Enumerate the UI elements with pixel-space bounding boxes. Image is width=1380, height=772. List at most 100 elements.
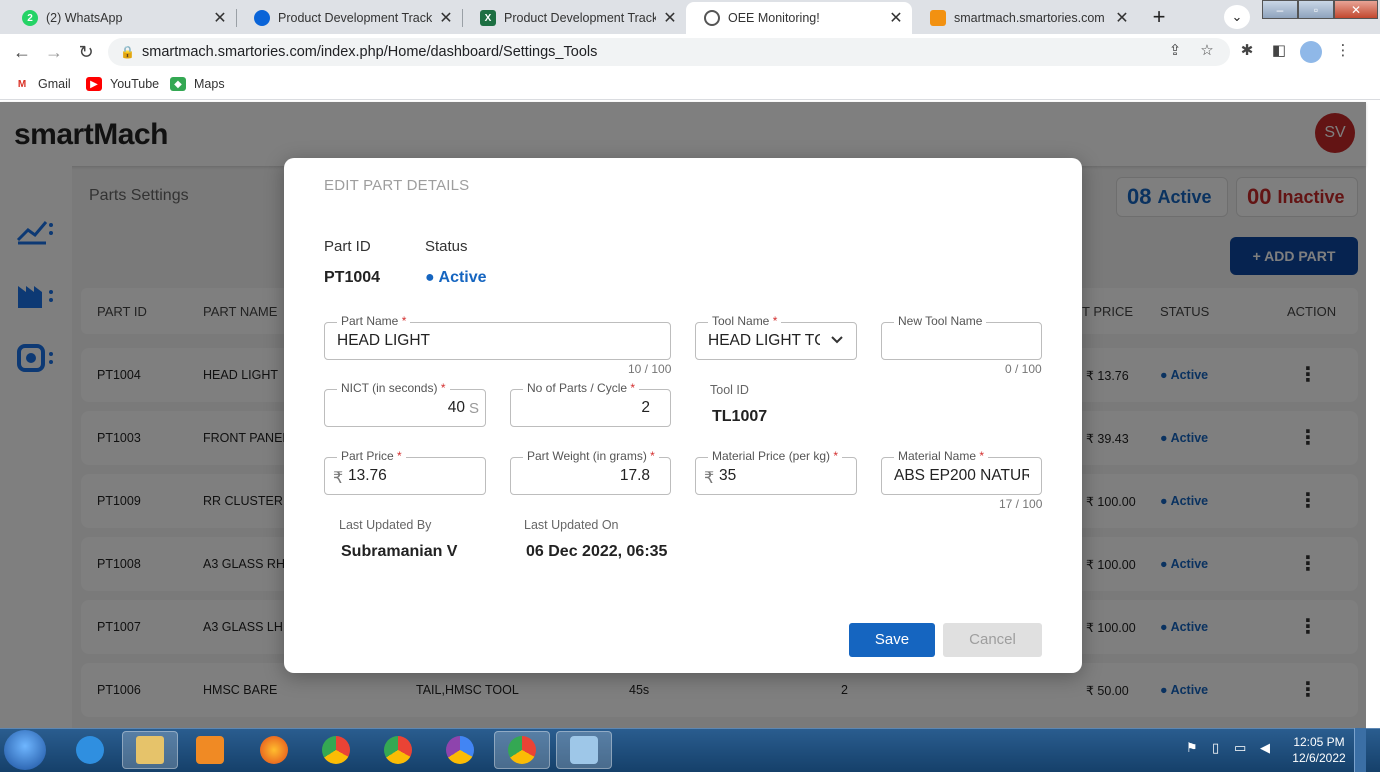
new-tab-button[interactable]: + [1146,5,1172,31]
onedrive-icon [254,10,270,26]
nict-field[interactable]: NICT (in seconds) * 40 S [324,381,486,427]
extensions-puzzle-icon[interactable]: ✱ [1236,41,1258,63]
tool-id-label: Tool ID [710,383,749,397]
whatsapp-icon: 2 [22,10,38,26]
nict-input[interactable]: 40 [337,399,465,417]
part-weight-field[interactable]: Part Weight (in grams) * 17.8 [510,449,671,495]
reload-icon[interactable]: ↻ [74,40,98,64]
url-text[interactable]: smartmach.smartories.com/index.php/Home/… [142,44,597,60]
device-icon[interactable]: ▯ [1212,740,1219,756]
maximize-button[interactable]: ▫ [1298,0,1334,19]
close-icon[interactable]: ✕ [662,8,678,28]
volume-icon[interactable]: ◀ [1260,740,1270,756]
material-price-input[interactable]: 35 [719,467,844,485]
bookmark-youtube[interactable]: ▶ YouTube [86,77,159,91]
rupee-icon: ₹ [704,470,715,487]
media-player-icon [196,736,224,764]
close-icon[interactable]: ✕ [438,8,454,28]
material-price-field[interactable]: Material Price (per kg) * ₹ 35 [695,449,857,495]
part-price-field[interactable]: Part Price * ₹ 13.76 [324,449,486,495]
field-label: Part Price * [337,449,406,463]
bookmark-star-icon[interactable]: ☆ [1196,41,1218,63]
parts-per-cycle-input[interactable]: 2 [523,399,650,417]
profile-avatar-icon[interactable] [1300,41,1322,63]
bookmark-label: YouTube [110,77,160,91]
tab-title: OEE Monitoring! [728,11,820,25]
save-button[interactable]: Save [849,623,935,657]
internet-explorer-icon [76,736,104,764]
firefox-icon [260,736,288,764]
start-button[interactable] [4,730,46,770]
minimize-button[interactable]: – [1262,0,1298,19]
field-label: New Tool Name [894,314,987,328]
gmail-icon: M [17,78,27,90]
material-name-input[interactable]: ABS EP200 NATUR. [894,467,1029,485]
tab-search-chevron-icon[interactable]: ⌄ [1224,5,1250,29]
bookmark-label: Gmail [38,77,71,91]
bookmark-label: Maps [194,77,225,91]
menu-kebab-icon[interactable]: ⋮ [1332,41,1354,63]
taskbar-chrome-alt[interactable] [432,731,488,769]
back-arrow-icon[interactable]: ← [10,40,34,64]
new-tool-name-field[interactable]: New Tool Name [881,314,1042,360]
part-name-field[interactable]: Part Name * HEAD LIGHT [324,314,671,360]
close-icon[interactable]: ✕ [212,8,228,28]
part-weight-input[interactable]: 17.8 [523,467,650,485]
field-label: Material Name * [894,449,989,463]
field-label: Part Weight (in grams) * [523,449,659,463]
material-name-field[interactable]: Material Name * ABS EP200 NATUR. [881,449,1042,495]
last-updated-by-label: Last Updated By [339,518,432,532]
taskbar-file-explorer[interactable] [122,731,178,769]
forward-arrow-icon[interactable]: → [42,40,66,64]
tool-name-select[interactable]: Tool Name * HEAD LIGHT TC [695,314,857,360]
taskbar-internet-explorer[interactable] [62,731,118,769]
cancel-button[interactable]: Cancel [943,623,1042,657]
part-price-input[interactable]: 13.76 [348,467,473,485]
tab-whatsapp[interactable]: 2 (2) WhatsApp ✕ [4,2,236,34]
status-badge[interactable]: ● Active [425,269,487,287]
part-name-input[interactable]: HEAD LIGHT [337,332,658,350]
chrome-icon [322,736,350,764]
nict-suffix: S [468,400,479,417]
chrome-icon [508,736,536,764]
tab-product-tracker-excel[interactable]: X Product Development Tracker. ✕ [462,2,686,34]
part-name-counter: 10 / 100 [628,362,672,376]
field-label: Material Price (per kg) * [708,449,843,463]
folder-icon [136,736,164,764]
phpmyadmin-icon [930,10,946,26]
dialog-title: EDIT PART DETAILS [324,177,470,194]
part-id-label: Part ID [324,238,371,255]
network-icon[interactable]: ▭ [1234,740,1246,756]
tab-phpmyadmin[interactable]: smartmach.smartories.com / lo ✕ [912,2,1138,34]
tab-oee-monitoring[interactable]: OEE Monitoring! ✕ [686,2,912,34]
parts-per-cycle-field[interactable]: No of Parts / Cycle * 2 [510,381,671,427]
tool-name-value: HEAD LIGHT TC [708,332,820,349]
tab-product-tracker-onedrive[interactable]: Product Development Tracker ✕ [236,2,462,34]
taskbar-chrome-profile[interactable] [370,731,426,769]
taskbar-firefox[interactable] [246,731,302,769]
chevron-down-icon[interactable] [830,330,844,353]
taskbar-clock[interactable]: 12:05 PM 12/6/2022 [1284,734,1354,766]
bookmark-gmail[interactable]: M Gmail [14,77,71,91]
show-desktop-button[interactable] [1354,728,1366,772]
last-updated-on-label: Last Updated On [524,518,619,532]
close-icon[interactable]: ✕ [888,8,904,28]
chrome-icon [446,736,474,764]
last-updated-on-value: 06 Dec 2022, 06:35 [526,543,668,560]
taskbar-paint[interactable] [556,731,612,769]
action-center-icon[interactable]: ⚑ [1186,740,1198,756]
field-label: NICT (in seconds) * [337,381,450,395]
window-close-button[interactable]: ✕ [1334,0,1378,19]
taskbar-media-player[interactable] [182,731,238,769]
bookmark-maps[interactable]: ◆ Maps [170,77,225,91]
field-label: Tool Name * [708,314,782,328]
close-icon[interactable]: ✕ [1114,8,1130,28]
side-panel-icon[interactable]: ◧ [1268,41,1290,63]
taskbar-chrome[interactable] [308,731,364,769]
share-icon[interactable]: ⇪ [1164,41,1186,63]
lock-icon[interactable]: 🔒 [120,45,135,59]
excel-icon: X [480,10,496,26]
window-controls: – ▫ ✕ [1262,0,1378,20]
taskbar-chrome-active[interactable] [494,731,550,769]
paint-icon [570,736,598,764]
